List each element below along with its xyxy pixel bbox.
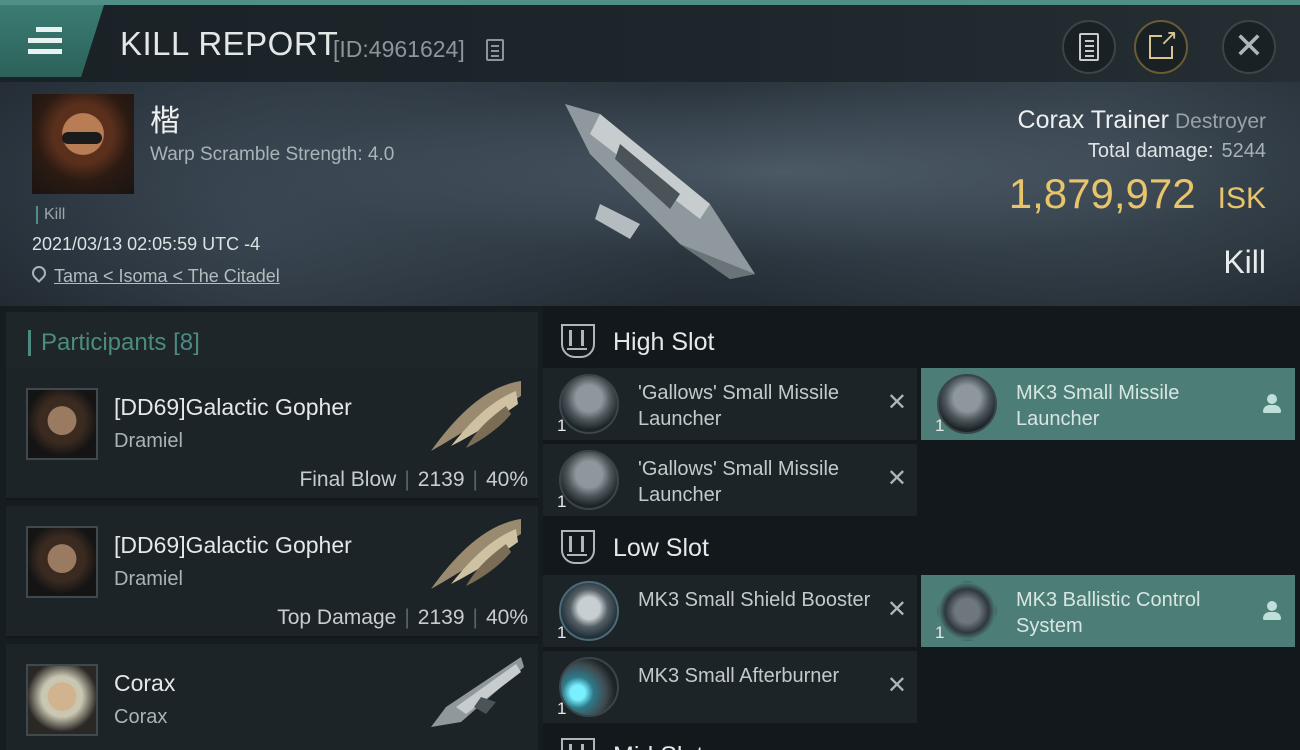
x-icon: ✕ — [886, 671, 907, 699]
participant-stats: Final Blow | 2139 | 40% — [299, 468, 528, 491]
participant-damage: 2139 — [417, 468, 465, 491]
victim-name: 楷 — [150, 105, 180, 138]
total-damage-label: Total damage: — [1087, 140, 1214, 162]
share-icon — [1149, 25, 1178, 59]
isk-line: 1,879,972 ISK — [1009, 170, 1266, 218]
isk-value: 1,879,972 — [1008, 170, 1196, 217]
module-qty: 1 — [557, 492, 567, 511]
module-item[interactable]: 1 MK3 Small Afterburner ✕ — [543, 651, 917, 723]
total-damage-value: 5244 — [1221, 140, 1267, 162]
person-icon — [1263, 394, 1281, 414]
victim-portrait[interactable] — [32, 94, 134, 194]
participant-avatar — [26, 526, 98, 598]
participant-card[interactable]: [DD69]Galactic Gopher Dramiel Top Damage… — [6, 506, 538, 638]
kill-result: Kill — [1223, 244, 1266, 280]
participant-ship: Dramiel — [114, 568, 183, 590]
participant-stats: Top Damage | 2139 | 40% — [277, 606, 528, 629]
participant-ship: Corax — [114, 706, 168, 728]
low-slot-header: Low Slot — [543, 516, 1300, 578]
mid-slot-header: Mid Slot — [543, 724, 1300, 750]
participant-role: Final Blow — [299, 468, 397, 491]
module-name: MK3 Small Afterburner — [638, 665, 840, 687]
location-pin-icon — [29, 263, 49, 283]
participants-panel: Participants [8] [DD69]Galactic Gopher D… — [0, 306, 543, 750]
participant-name: [DD69]Galactic Gopher — [114, 532, 352, 558]
module-qty: 1 — [935, 416, 945, 435]
total-damage: Total damage: 5244 — [1088, 140, 1266, 163]
afterburner-icon — [559, 657, 619, 717]
victim-ship-image — [565, 104, 755, 279]
module-name: 'Gallows' Small Missile Launcher — [638, 382, 840, 430]
missile-launcher-icon — [559, 450, 619, 510]
participant-ship: Dramiel — [114, 430, 183, 452]
module-qty: 1 — [557, 623, 567, 642]
participants-title: Participants [8] — [28, 330, 200, 356]
participant-name: [DD69]Galactic Gopher — [114, 394, 352, 420]
victim-ship-name: Corax Trainer Destroyer — [1018, 106, 1266, 135]
participant-percent: 40% — [485, 468, 528, 491]
x-icon: ✕ — [886, 464, 907, 492]
victim-banner: 楷 Warp Scramble Strength: 4.0 Kill 2021/… — [0, 82, 1300, 306]
menu-icon — [28, 27, 62, 60]
low-slot-label: Low Slot — [613, 534, 709, 562]
share-button[interactable] — [1134, 20, 1188, 74]
module-item[interactable]: 1 MK3 Small Missile Launcher — [921, 368, 1295, 440]
close-button[interactable]: ✕ — [1222, 20, 1276, 74]
menu-button[interactable] — [0, 5, 104, 77]
slot-icon — [561, 324, 595, 358]
header-bar: KILL REPORT [ID:4961624] ✕ — [0, 0, 1300, 82]
module-qty: 1 — [935, 623, 945, 642]
module-item[interactable]: 1 MK3 Ballistic Control System — [921, 575, 1295, 647]
ship-name-text: Corax Trainer — [1017, 106, 1169, 134]
module-name: MK3 Small Missile Launcher — [1016, 382, 1180, 430]
module-item[interactable]: 1 'Gallows' Small Missile Launcher ✕ — [543, 444, 917, 516]
clipboard-icon — [1079, 33, 1099, 61]
fitting-panel: High Slot 1 'Gallows' Small Missile Laun… — [543, 306, 1300, 750]
slot-icon — [561, 530, 595, 564]
clipboard-button[interactable] — [1062, 20, 1116, 74]
module-item[interactable]: 1 MK3 Small Shield Booster ✕ — [543, 575, 917, 647]
missile-launcher-icon — [559, 374, 619, 434]
participant-card[interactable]: [DD69]Galactic Gopher Dramiel Final Blow… — [6, 368, 538, 500]
isk-unit: ISK — [1217, 182, 1266, 215]
copy-icon[interactable] — [486, 39, 504, 61]
shield-booster-icon — [559, 581, 619, 641]
page-title: KILL REPORT — [120, 25, 339, 62]
close-icon: ✕ — [1233, 26, 1265, 67]
high-slot-label: High Slot — [613, 328, 715, 356]
x-icon: ✕ — [886, 595, 907, 623]
ballistic-control-icon — [937, 581, 997, 641]
participant-avatar — [26, 664, 98, 736]
participant-ship-image — [431, 381, 521, 451]
report-id: [ID:4961624] — [333, 36, 465, 62]
x-icon: ✕ — [886, 388, 907, 416]
module-name: MK3 Small Shield Booster — [638, 589, 871, 611]
module-name: MK3 Ballistic Control System — [1016, 589, 1201, 637]
participants-label: Participants — [41, 329, 167, 356]
kill-tag: Kill — [36, 206, 65, 224]
participant-avatar — [26, 388, 98, 460]
person-icon — [1263, 601, 1281, 621]
participant-role: Top Damage — [277, 606, 397, 629]
module-name: 'Gallows' Small Missile Launcher — [638, 458, 840, 506]
module-qty: 1 — [557, 416, 567, 435]
missile-launcher-icon — [937, 374, 997, 434]
participants-header: Participants [8] — [6, 312, 538, 370]
module-qty: 1 — [557, 699, 567, 718]
high-slot-header: High Slot — [543, 310, 1300, 372]
participant-ship-image — [431, 657, 524, 727]
kill-datetime: 2021/03/13 02:05:59 UTC -4 — [32, 234, 261, 254]
slot-icon — [561, 738, 595, 750]
participant-ship-image — [431, 519, 521, 589]
location-link[interactable]: Tama < Isoma < The Citadel — [54, 266, 280, 287]
participant-damage: 2139 — [417, 606, 465, 629]
ship-class: Destroyer — [1174, 110, 1266, 133]
mid-slot-label: Mid Slot — [613, 742, 703, 750]
participant-percent: 40% — [485, 606, 528, 629]
participant-name: Corax — [114, 670, 176, 696]
participants-count: [8] — [173, 329, 200, 356]
warp-scramble-strength: Warp Scramble Strength: 4.0 — [150, 144, 395, 165]
module-item[interactable]: 1 'Gallows' Small Missile Launcher ✕ — [543, 368, 917, 440]
participant-card[interactable]: Corax Corax — [6, 644, 538, 750]
